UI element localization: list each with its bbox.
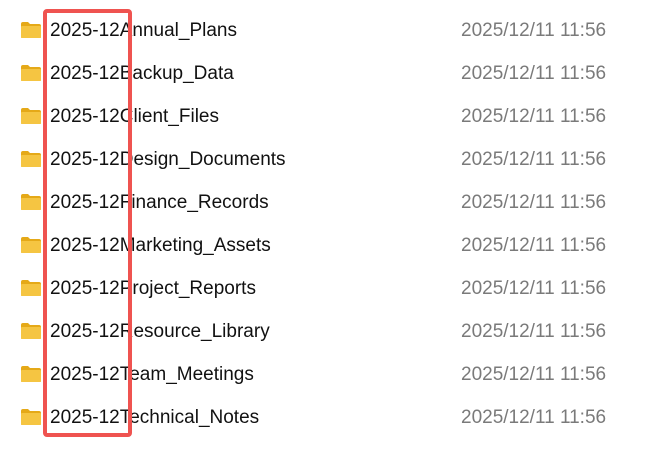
file-row-project-reports[interactable]: 2025-12Project_Reports 2025/12/11 11:56 (0, 267, 660, 310)
file-name: 2025-12Team_Meetings (50, 364, 254, 385)
file-modified-date: 2025/12/11 11:56 (461, 149, 607, 170)
folder-icon (21, 65, 41, 81)
file-modified-date: 2025/12/11 11:56 (461, 407, 607, 428)
folder-icon (21, 108, 41, 124)
file-name: 2025-12Resource_Library (50, 321, 270, 342)
file-modified-date: 2025/12/11 11:56 (461, 20, 607, 41)
file-modified-date: 2025/12/11 11:56 (461, 364, 607, 385)
file-list: 2025-12Annual_Plans 2025/12/11 11:56 202… (0, 9, 660, 439)
file-name: 2025-12Technical_Notes (50, 407, 260, 428)
file-row-backup-data[interactable]: 2025-12Backup_Data 2025/12/11 11:56 (0, 52, 660, 95)
file-row-client-files[interactable]: 2025-12Client_Files 2025/12/11 11:56 (0, 95, 660, 138)
folder-icon (21, 366, 41, 382)
folder-icon (21, 280, 41, 296)
file-row-technical-notes[interactable]: 2025-12Technical_Notes 2025/12/11 11:56 (0, 396, 660, 439)
file-name: 2025-12Backup_Data (50, 63, 234, 84)
folder-icon (21, 151, 41, 167)
file-row-annual-plans[interactable]: 2025-12Annual_Plans 2025/12/11 11:56 (0, 9, 660, 52)
file-row-resource-library[interactable]: 2025-12Resource_Library 2025/12/11 11:56 (0, 310, 660, 353)
file-name: 2025-12Marketing_Assets (50, 235, 271, 256)
file-name: 2025-12Finance_Records (50, 192, 269, 213)
file-row-design-documents[interactable]: 2025-12Design_Documents 2025/12/11 11:56 (0, 138, 660, 181)
file-name: 2025-12Design_Documents (50, 149, 286, 170)
file-row-marketing-assets[interactable]: 2025-12Marketing_Assets 2025/12/11 11:56 (0, 224, 660, 267)
file-modified-date: 2025/12/11 11:56 (461, 235, 607, 256)
file-row-finance-records[interactable]: 2025-12Finance_Records 2025/12/11 11:56 (0, 181, 660, 224)
file-row-team-meetings[interactable]: 2025-12Team_Meetings 2025/12/11 11:56 (0, 353, 660, 396)
file-name: 2025-12Annual_Plans (50, 20, 237, 41)
file-modified-date: 2025/12/11 11:56 (461, 278, 607, 299)
file-modified-date: 2025/12/11 11:56 (461, 106, 607, 127)
file-name: 2025-12Project_Reports (50, 278, 256, 299)
folder-icon (21, 323, 41, 339)
folder-icon (21, 22, 41, 38)
folder-icon (21, 237, 41, 253)
file-modified-date: 2025/12/11 11:56 (461, 321, 607, 342)
folder-icon (21, 194, 41, 210)
file-name: 2025-12Client_Files (50, 106, 219, 127)
file-modified-date: 2025/12/11 11:56 (461, 63, 607, 84)
file-modified-date: 2025/12/11 11:56 (461, 192, 607, 213)
folder-icon (21, 409, 41, 425)
